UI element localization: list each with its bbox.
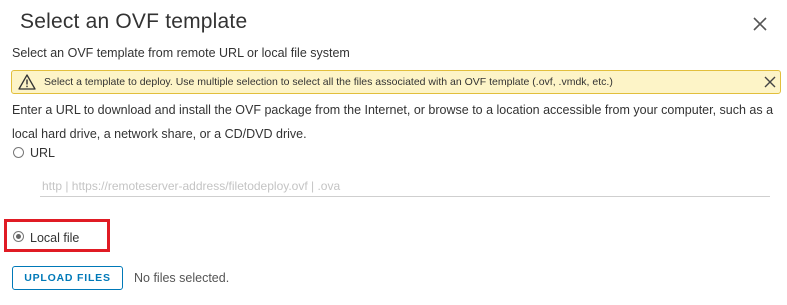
upload-files-button[interactable]: UPLOAD FILES	[12, 266, 123, 290]
url-input[interactable]	[40, 175, 770, 197]
close-icon[interactable]	[752, 16, 768, 32]
url-radio-label[interactable]: URL	[30, 146, 55, 160]
alert-close-icon[interactable]	[764, 76, 776, 88]
local-file-radio-label[interactable]: Local file	[30, 231, 79, 245]
warning-icon	[18, 74, 36, 90]
description-text: Enter a URL to download and install the …	[12, 103, 774, 141]
warning-alert: Select a template to deploy. Use multipl…	[11, 70, 781, 94]
url-radio[interactable]	[13, 147, 24, 158]
dialog-subtitle: Select an OVF template from remote URL o…	[12, 46, 350, 60]
local-file-radio[interactable]	[13, 231, 24, 242]
dialog-title: Select an OVF template	[20, 10, 248, 33]
upload-status: No files selected.	[134, 271, 230, 285]
alert-text: Select a template to deploy. Use multipl…	[44, 76, 613, 88]
